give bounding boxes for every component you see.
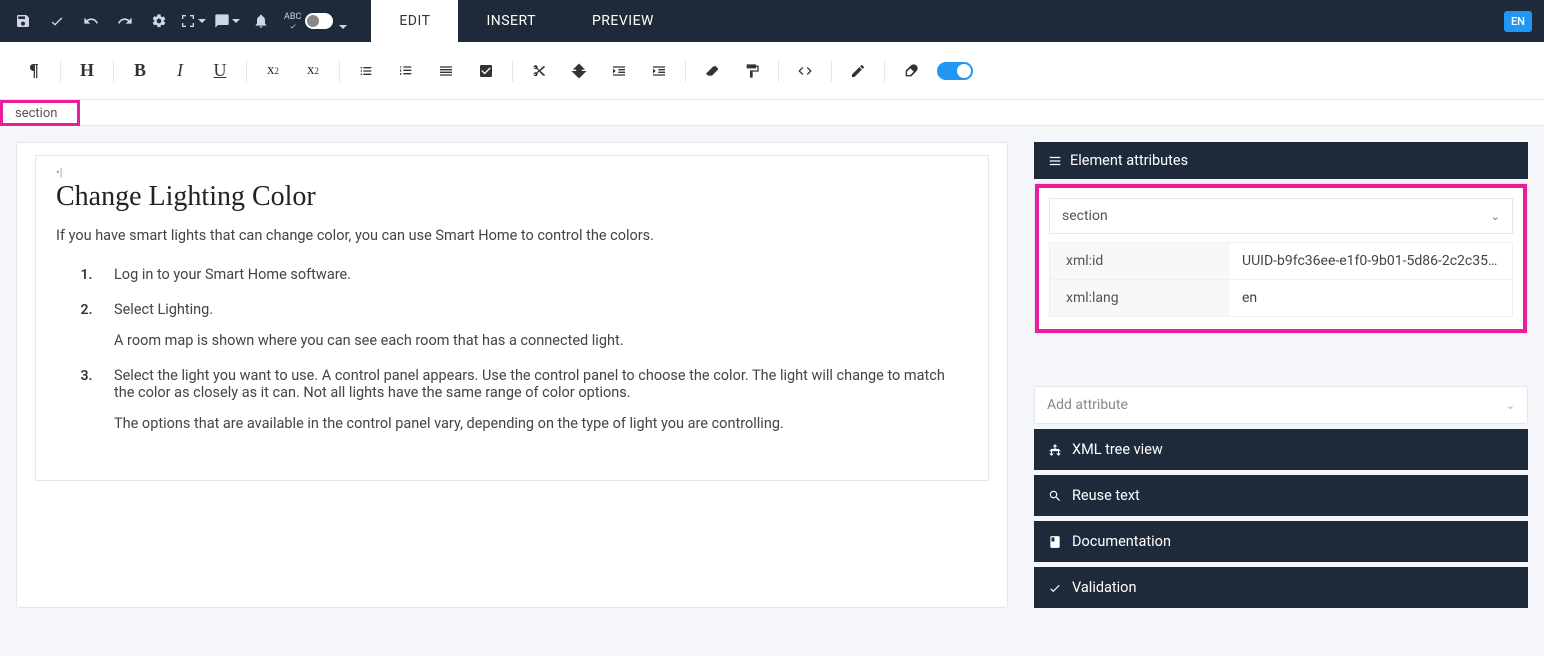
heading-icon[interactable]: H: [67, 51, 107, 91]
list-icon: [1048, 154, 1062, 168]
attr-value[interactable]: en: [1230, 280, 1512, 316]
document-intro[interactable]: If you have smart lights that can change…: [56, 227, 968, 244]
chevron-down-icon: ⌄: [1491, 210, 1500, 223]
spellcheck-pill[interactable]: [305, 13, 333, 29]
element-select[interactable]: section ⌄: [1049, 198, 1513, 234]
paragraph-icon[interactable]: ¶: [14, 51, 54, 91]
book-icon: [1048, 535, 1062, 549]
accordion-validation[interactable]: Validation: [1034, 567, 1528, 608]
step-subtext: The options that are available in the co…: [96, 415, 968, 432]
tab-insert[interactable]: INSERT: [458, 0, 564, 42]
italic-icon[interactable]: I: [160, 51, 200, 91]
format-paint-icon[interactable]: [732, 51, 772, 91]
unordered-list-icon[interactable]: [346, 51, 386, 91]
step-subtext: A room map is shown where you can see ea…: [96, 332, 968, 349]
attributes-body: section ⌄ xml:id UUID-b9fc36ee-e1f0-9b01…: [1034, 183, 1528, 334]
accordion-label: XML tree view: [1072, 441, 1163, 458]
accordion-xml-tree[interactable]: XML tree view: [1034, 429, 1528, 470]
fullscreen-icon[interactable]: [176, 0, 210, 42]
chevron-down-icon[interactable]: [337, 17, 345, 25]
accordion-label: Validation: [1072, 579, 1136, 596]
step-text: Select the light you want to use. A cont…: [96, 367, 968, 401]
eraser-icon[interactable]: [692, 51, 732, 91]
accordion-label: Reuse text: [1072, 487, 1140, 504]
code-icon[interactable]: [785, 51, 825, 91]
tab-preview[interactable]: PREVIEW: [564, 0, 682, 42]
attributes-highlight: section ⌄ xml:id UUID-b9fc36ee-e1f0-9b01…: [1035, 184, 1527, 333]
underline-icon[interactable]: U: [200, 51, 240, 91]
gear-icon[interactable]: [142, 0, 176, 42]
list-item[interactable]: Log in to your Smart Home software.: [96, 266, 968, 283]
step-text: Log in to your Smart Home software.: [96, 266, 968, 283]
checkbox-icon[interactable]: [466, 51, 506, 91]
check-icon[interactable]: [40, 0, 74, 42]
panel-element-attributes-header[interactable]: Element attributes: [1034, 142, 1528, 179]
subscript-icon[interactable]: x2: [293, 51, 333, 91]
compress-icon[interactable]: [559, 51, 599, 91]
chevron-down-icon: ⌄: [1506, 399, 1515, 412]
step-text: Select Lighting.: [96, 301, 968, 318]
ordered-list-icon[interactable]: [386, 51, 426, 91]
table-row[interactable]: xml:lang en: [1050, 280, 1512, 316]
accordion-label: Documentation: [1072, 533, 1171, 550]
redo-icon[interactable]: [108, 0, 142, 42]
selected-element-label: section: [1062, 208, 1108, 224]
feather-icon[interactable]: [891, 51, 931, 91]
breadcrumb: section: [0, 100, 1544, 126]
steps-list: Log in to your Smart Home software. Sele…: [56, 266, 968, 432]
edit-pencil-icon[interactable]: [838, 51, 878, 91]
search-icon: [1048, 489, 1062, 503]
add-attribute-select[interactable]: Add attribute ⌄: [1034, 386, 1528, 424]
attributes-table: xml:id UUID-b9fc36ee-e1f0-9b01-5d86-2c2c…: [1049, 242, 1513, 317]
accordion-reuse-text[interactable]: Reuse text: [1034, 475, 1528, 516]
bell-icon[interactable]: [244, 0, 278, 42]
comment-icon[interactable]: [210, 0, 244, 42]
cut-icon[interactable]: [519, 51, 559, 91]
spellcheck-toggle[interactable]: ABC: [278, 13, 351, 30]
side-panel: Element attributes section ⌄ xml:id UUID…: [1034, 142, 1528, 608]
abc-label: ABC: [284, 13, 301, 22]
language-badge[interactable]: EN: [1504, 11, 1532, 32]
outdent-icon[interactable]: [599, 51, 639, 91]
table-row[interactable]: xml:id UUID-b9fc36ee-e1f0-9b01-5d86-2c2c…: [1050, 243, 1512, 280]
top-toolbar: ABC EDIT INSERT PREVIEW EN: [0, 0, 1544, 42]
list-item[interactable]: Select the light you want to use. A cont…: [96, 367, 968, 432]
attr-value[interactable]: UUID-b9fc36ee-e1f0-9b01-5d86-2c2c3513987: [1230, 243, 1512, 279]
list-item[interactable]: Select Lighting. A room map is shown whe…: [96, 301, 968, 349]
accordion-documentation[interactable]: Documentation: [1034, 521, 1528, 562]
panel-header-label: Element attributes: [1070, 152, 1188, 169]
editor-content[interactable]: •| Change Lighting Color If you have sma…: [35, 155, 989, 481]
main-tabs: EDIT INSERT PREVIEW: [371, 0, 682, 42]
check-icon: [1048, 581, 1062, 595]
superscript-icon[interactable]: x2: [253, 51, 293, 91]
undo-icon[interactable]: [74, 0, 108, 42]
save-icon[interactable]: [6, 0, 40, 42]
bold-icon[interactable]: B: [120, 51, 160, 91]
attr-key: xml:id: [1050, 243, 1230, 279]
feature-toggle[interactable]: [937, 62, 973, 80]
document-title[interactable]: Change Lighting Color: [56, 181, 968, 213]
indent-icon[interactable]: [639, 51, 679, 91]
format-toolbar: ¶ H B I U x2 x2: [0, 42, 1544, 100]
attr-key: xml:lang: [1050, 280, 1230, 316]
editor-pane: •| Change Lighting Color If you have sma…: [16, 142, 1008, 608]
add-attribute-placeholder: Add attribute: [1047, 397, 1128, 413]
breadcrumb-section[interactable]: section: [0, 100, 80, 126]
tab-edit[interactable]: EDIT: [371, 0, 458, 42]
tree-icon: [1048, 443, 1062, 457]
cursor-marker: •|: [56, 166, 968, 179]
align-icon[interactable]: [426, 51, 466, 91]
